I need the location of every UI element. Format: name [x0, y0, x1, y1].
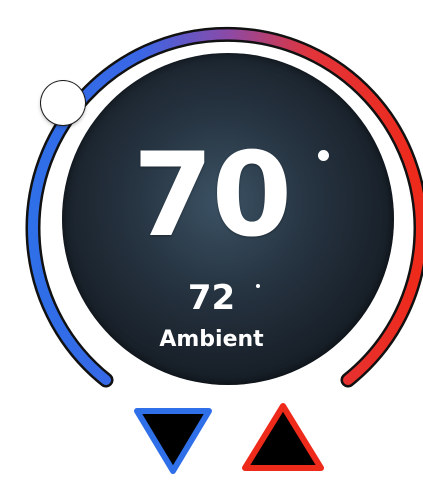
ambient-temperature: 72: [187, 278, 236, 318]
temperature-slider-handle[interactable]: [41, 81, 85, 125]
thermostat-widget: 70 72 Ambient: [0, 0, 423, 477]
setpoint-temperature: 70: [132, 128, 292, 263]
down-triangle-icon: [134, 408, 212, 474]
setpoint-degree-icon: [318, 150, 329, 161]
ambient-degree-icon: [256, 284, 260, 288]
decrease-temperature-button[interactable]: [127, 403, 219, 477]
increase-temperature-button[interactable]: [237, 400, 329, 474]
up-triangle-icon: [242, 403, 324, 471]
ambient-label: Ambient: [159, 327, 264, 352]
